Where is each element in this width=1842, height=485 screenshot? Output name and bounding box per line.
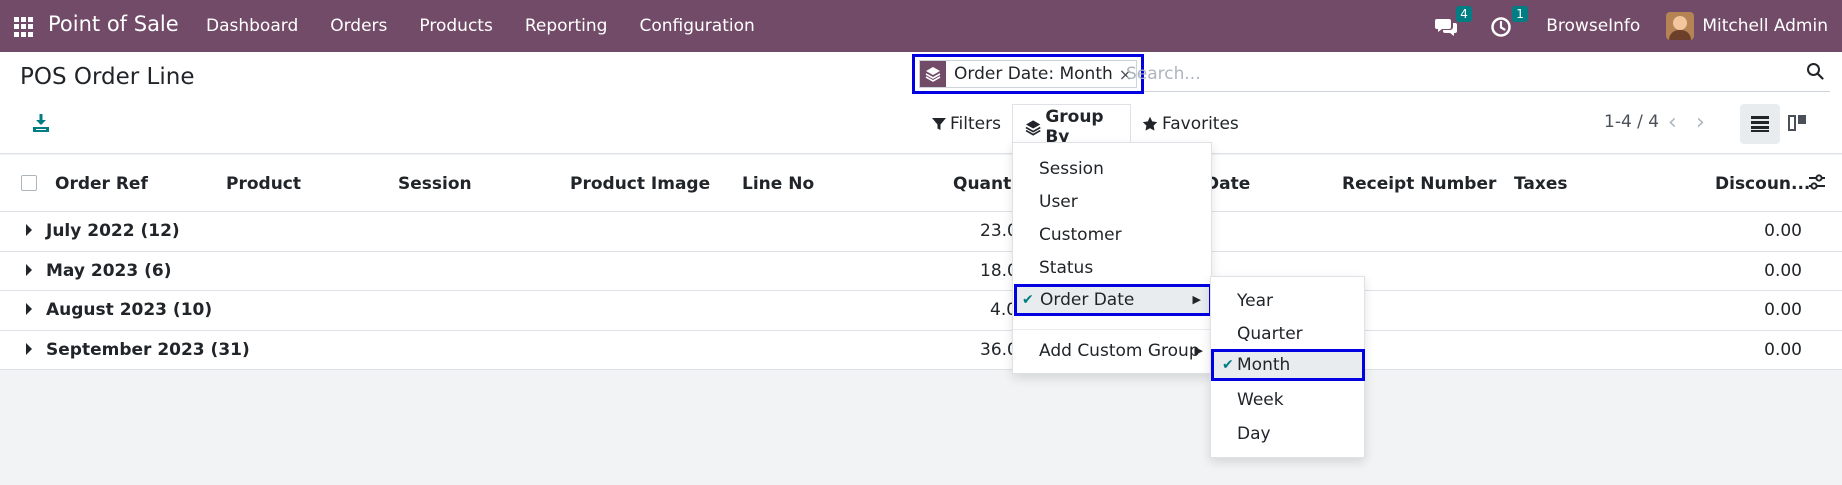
caret-right-icon (26, 263, 32, 276)
groupby-facet: Order Date: Month × (912, 54, 1145, 94)
pager-next-button[interactable]: › (1696, 110, 1705, 135)
groupby-option-label: Order Date (1040, 290, 1135, 310)
control-panel: POS Order Line Order Date: Month × Filte… (0, 52, 1842, 154)
main-menu: Dashboard Orders Products Reporting Conf… (190, 0, 771, 52)
interval-week[interactable]: Week (1211, 384, 1364, 416)
column-taxes[interactable]: Taxes (1514, 174, 1568, 194)
list-view-icon (1751, 116, 1769, 132)
groupby-option-user[interactable]: User (1013, 186, 1211, 218)
column-product[interactable]: Product (226, 174, 301, 194)
activities-button[interactable]: 1 (1490, 6, 1528, 40)
user-avatar[interactable] (1666, 12, 1695, 40)
caret-right-icon (26, 303, 32, 315)
clock-icon (1491, 17, 1511, 37)
groupby-option-customer[interactable]: Customer (1013, 219, 1211, 251)
app-name[interactable]: Point of Sale (48, 12, 179, 36)
apps-menu-icon[interactable] (14, 17, 34, 37)
check-icon: ✔ (1022, 292, 1034, 308)
chat-bubbles-icon (1435, 19, 1458, 36)
table-header: Order Ref Product Session Product Image … (0, 155, 1842, 212)
favorites-button[interactable]: Favorites (1142, 114, 1239, 134)
menu-dashboard[interactable]: Dashboard (190, 0, 314, 52)
group-label: May 2023 (6) (46, 260, 172, 281)
menu-configuration[interactable]: Configuration (623, 0, 770, 52)
groupby-label: Group By (1045, 107, 1104, 147)
column-line-no[interactable]: Line No (742, 174, 814, 194)
group-label: July 2022 (12) (46, 221, 180, 241)
caret-right-icon: ▶ (1192, 293, 1201, 306)
group-row[interactable]: August 2023 (10) 4.0 0.00 (0, 291, 1842, 331)
group-row[interactable]: May 2023 (6) 18.0 0.00 (0, 252, 1842, 291)
groupby-dropdown: Session User Customer Status ✔ Order Dat… (1012, 142, 1212, 374)
group-row[interactable]: September 2023 (31) 36.0 0.00 (0, 331, 1842, 370)
layers-icon (1025, 119, 1041, 136)
group-discount: 0.00 (1764, 260, 1802, 281)
kanban-view-icon[interactable] (1786, 112, 1808, 134)
dropdown-divider (1013, 329, 1211, 330)
navbar-systray: 4 1 BrowseInfo Mitchell Admin (1434, 0, 1842, 52)
star-icon (1142, 116, 1158, 131)
filters-label: Filters (950, 114, 1001, 134)
filter-icon (932, 118, 946, 130)
column-receipt-number[interactable]: Receipt Number (1342, 174, 1496, 194)
column-discount[interactable]: Discoun... (1715, 174, 1810, 194)
groupby-option-status[interactable]: Status (1013, 252, 1211, 284)
menu-orders[interactable]: Orders (314, 0, 403, 52)
filters-button[interactable]: Filters (932, 114, 1001, 134)
interval-month[interactable]: ✔ Month (1211, 349, 1365, 381)
company-switcher[interactable]: BrowseInfo (1546, 16, 1640, 36)
top-navbar: Point of Sale Dashboard Orders Products … (0, 0, 1842, 52)
add-custom-group-label: Add Custom Group (1039, 341, 1200, 361)
search-icon[interactable] (1806, 62, 1824, 80)
order-date-submenu: Year Quarter ✔ Month Week Day (1210, 276, 1365, 458)
add-custom-group[interactable]: Add Custom Group ▶ (1013, 335, 1211, 367)
list-view-button[interactable] (1740, 104, 1780, 144)
menu-reporting[interactable]: Reporting (509, 0, 624, 52)
download-icon[interactable] (30, 112, 52, 134)
group-discount: 0.00 (1764, 221, 1802, 241)
caret-right-icon (26, 224, 32, 236)
column-product-image[interactable]: Product Image (570, 174, 710, 194)
group-label: August 2023 (10) (46, 300, 213, 320)
list-table: Order Ref Product Session Product Image … (0, 155, 1842, 370)
group-label: September 2023 (31) (46, 339, 250, 360)
layers-icon (920, 61, 946, 87)
pager-previous-button[interactable]: ‹ (1668, 110, 1677, 135)
interval-label: Month (1237, 355, 1291, 375)
caret-right-icon (26, 342, 32, 355)
groupby-option-order-date[interactable]: ✔ Order Date ▶ (1014, 284, 1212, 316)
activities-count-badge: 1 (1512, 6, 1528, 22)
group-discount: 0.00 (1764, 339, 1802, 360)
page-title: POS Order Line (20, 64, 195, 90)
user-menu[interactable]: Mitchell Admin (1702, 16, 1828, 36)
column-order-ref[interactable]: Order Ref (55, 174, 148, 194)
group-row[interactable]: July 2022 (12) 23.0 0.00 (0, 212, 1842, 252)
column-session[interactable]: Session (398, 174, 472, 194)
pager-value[interactable]: 1-4 / 4 (1604, 112, 1659, 132)
select-all-checkbox[interactable] (21, 175, 37, 191)
groupby-option-session[interactable]: Session (1013, 153, 1211, 185)
search-bar: Order Date: Month × (912, 52, 1830, 94)
messages-button[interactable]: 4 (1434, 6, 1472, 40)
interval-year[interactable]: Year (1211, 285, 1364, 317)
messages-count-badge: 4 (1456, 6, 1472, 22)
menu-products[interactable]: Products (403, 0, 508, 52)
facet-label: Order Date: Month (954, 64, 1113, 84)
caret-right-icon: ▶ (1194, 344, 1203, 357)
interval-quarter[interactable]: Quarter (1211, 318, 1364, 350)
search-input[interactable] (1126, 62, 1766, 86)
group-discount: 0.00 (1764, 300, 1802, 320)
favorites-label: Favorites (1162, 114, 1239, 134)
interval-day[interactable]: Day (1211, 418, 1364, 450)
check-icon: ✔ (1222, 357, 1234, 373)
column-settings-icon[interactable] (1808, 173, 1826, 191)
